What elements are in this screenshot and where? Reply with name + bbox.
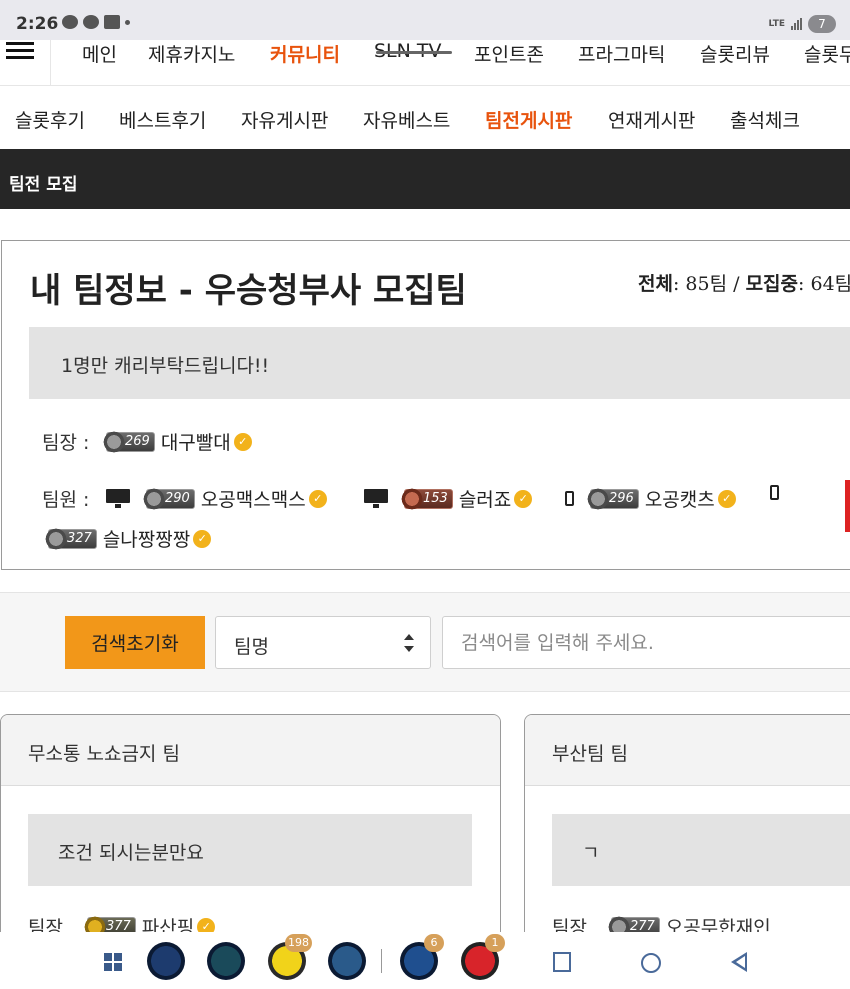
talk-notification-icon (62, 15, 78, 29)
status-bar: 2:26 LTE 7 (0, 0, 850, 40)
record-icon[interactable]: 1 (461, 934, 505, 980)
team-member[interactable]: 153 슬러죠 ✓ (364, 485, 533, 512)
battery-indicator: 7 (808, 15, 836, 33)
team-leader[interactable]: 269 대구빨대 ✓ (103, 428, 252, 455)
badge-count: 6 (424, 934, 444, 952)
level-badge: 290 (143, 485, 195, 512)
pc-icon (106, 488, 130, 509)
nav-item-partner-casino[interactable]: 제휴카지노 (148, 40, 235, 67)
member-name: 슬나짱짱짱 (102, 529, 191, 551)
search-input[interactable] (442, 616, 850, 669)
live-score-icon[interactable]: 6 (400, 934, 444, 980)
my-team-panel: 내 팀정보 - 우승청부사 모집팀 전체: 85팀 / 모집중: 64팀 1명만… (1, 240, 850, 570)
back-icon[interactable] (731, 952, 747, 972)
nav-item-slot-review[interactable]: 슬롯리뷰 (700, 40, 770, 67)
chat-icon[interactable] (207, 942, 245, 980)
section-title: 팀전 모집 (9, 175, 78, 195)
calendar-icon (104, 15, 120, 29)
nav-item-community[interactable]: 커뮤니티 (270, 40, 340, 67)
verified-icon: ✓ (717, 489, 736, 508)
mobile-icon (770, 485, 779, 500)
verified-icon: ✓ (193, 529, 212, 548)
nav-item-pragmatic[interactable]: 프라그마틱 (578, 40, 665, 67)
kakaotalk-icon[interactable]: 198 (268, 934, 312, 980)
network-label: LTE (768, 19, 785, 29)
more-dot-icon (125, 19, 130, 25)
sub-nav: 슬롯후기 베스트후기 자유게시판 자유베스트 팀전게시판 연재게시판 출석체크 (0, 86, 850, 149)
subnav-team-board[interactable]: 팀전게시판 (485, 106, 572, 133)
subnav-best-review[interactable]: 베스트후기 (119, 106, 206, 133)
subnav-serial-board[interactable]: 연재게시판 (608, 106, 695, 133)
card-header: 무소통 노쇼금지 팀 (1, 715, 500, 786)
pc-icon (364, 488, 388, 509)
side-tab[interactable] (845, 480, 850, 532)
status-right: LTE 7 (768, 15, 836, 33)
member-name: 슬러죠 (458, 489, 512, 511)
nav-item-main[interactable]: 메인 (82, 40, 117, 67)
bottom-dock: 198 6 1 (0, 932, 850, 989)
search-area: 검색초기화 팀명 (0, 592, 850, 692)
member-name: 대구빨대 (160, 432, 231, 454)
nav-item-slot-more[interactable]: 슬롯무 (804, 40, 850, 67)
signal-icon (791, 18, 802, 30)
badge-count: 1 (485, 934, 505, 952)
team-member[interactable]: 327 슬나짱짱짱 ✓ (45, 525, 212, 552)
level-badge: 296 (587, 485, 639, 512)
phone-icon[interactable] (147, 942, 185, 980)
globe-icon[interactable] (328, 942, 366, 980)
team-member[interactable]: 290 오공맥스맥스 ✓ (106, 485, 327, 512)
leader-label: 팀장 : (42, 432, 90, 454)
hamburger-menu-icon[interactable] (6, 40, 34, 70)
team-card[interactable]: 부산팀 팀 ㄱ 팀장 277 오공무한재인 (524, 714, 850, 944)
verified-icon: ✓ (308, 489, 327, 508)
my-team-title: 내 팀정보 - 우승청부사 모집팀 (30, 271, 467, 311)
member-name: 오공캣츠 (644, 489, 715, 511)
members-label: 팀원 : (42, 489, 90, 511)
badge-count: 198 (285, 934, 312, 952)
team-member[interactable]: 296 오공캣츠 ✓ (565, 485, 736, 512)
level-badge: 153 (401, 485, 453, 512)
select-arrows-icon (404, 634, 414, 652)
alarm-icon (83, 15, 99, 29)
my-team-notice: 1명만 캐리부탁드립니다!! (29, 327, 850, 399)
subnav-free-best[interactable]: 자유베스트 (363, 106, 450, 133)
home-icon[interactable] (641, 953, 661, 973)
subnav-attendance[interactable]: 출석체크 (730, 106, 800, 133)
search-reset-button[interactable]: 검색초기화 (65, 616, 205, 669)
member-name: 오공맥스맥스 (200, 489, 306, 511)
search-type-select[interactable]: 팀명 (215, 616, 431, 669)
nav-item-point-zone[interactable]: 포인트존 (474, 40, 544, 67)
select-value: 팀명 (234, 636, 269, 658)
team-member-device (770, 485, 795, 500)
card-team-name: 무소통 노쇼금지 팀 (28, 743, 180, 765)
card-notice: 조건 되시는분만요 (28, 814, 472, 886)
card-header: 부산팀 팀 (525, 715, 850, 786)
card-team-name: 부산팀 팀 (552, 743, 628, 765)
subnav-slot-review[interactable]: 슬롯후기 (15, 106, 85, 133)
team-card[interactable]: 무소통 노쇼금지 팀 조건 되시는분만요 팀장 377 파산핑 ✓ (0, 714, 501, 944)
scroll-indicator (376, 51, 452, 54)
main-nav: 메인 제휴카지노 커뮤니티 SLN TV 포인트존 프라그마틱 슬롯리뷰 슬롯무 (0, 40, 850, 86)
verified-icon: ✓ (233, 432, 252, 451)
app-grid-icon[interactable] (104, 953, 122, 971)
team-count: 전체: 85팀 / 모집중: 64팀 (638, 273, 850, 295)
verified-icon: ✓ (514, 489, 533, 508)
level-badge: 327 (45, 525, 97, 552)
recent-apps-icon[interactable] (553, 952, 571, 972)
level-badge: 269 (103, 428, 155, 455)
card-notice: ㄱ (552, 814, 850, 886)
subnav-free-board[interactable]: 자유게시판 (241, 106, 328, 133)
mobile-icon (565, 491, 574, 506)
status-time: 2:26 (16, 14, 59, 34)
status-notification-icons (62, 15, 130, 29)
section-bar: 팀전 모집 (0, 149, 850, 209)
